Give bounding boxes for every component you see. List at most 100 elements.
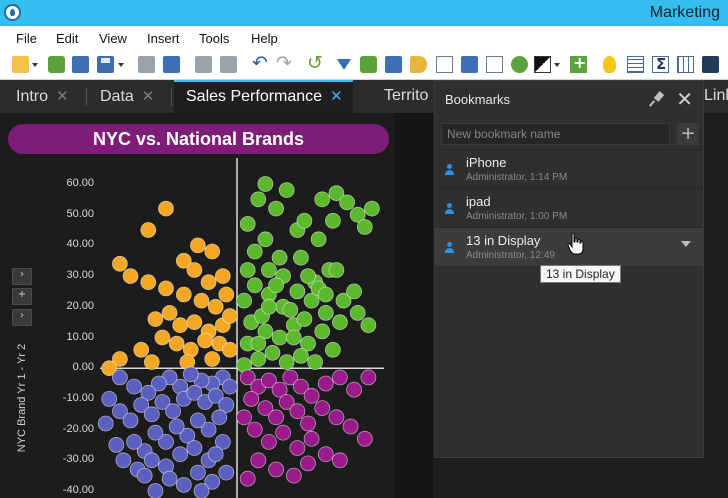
scatter-point[interactable] [182, 366, 199, 383]
tab-sales-performance[interactable]: Sales Performance ✕ [174, 80, 353, 113]
scatter-point[interactable] [331, 369, 348, 386]
scatter-point[interactable] [246, 277, 263, 294]
scatter-point[interactable] [300, 415, 316, 432]
scatter-point[interactable] [200, 274, 217, 291]
scatter-point[interactable] [126, 433, 143, 450]
sigma-icon[interactable] [652, 55, 669, 73]
scatter-point[interactable] [285, 467, 302, 484]
scatter-point[interactable] [165, 403, 182, 420]
scatter-point[interactable] [331, 452, 348, 469]
scatter-point[interactable] [236, 292, 253, 309]
layout-icon[interactable] [385, 56, 402, 73]
scatter-point[interactable] [268, 277, 285, 294]
scatter-point[interactable] [268, 409, 285, 426]
scatter-point[interactable] [161, 304, 178, 321]
tab-territory[interactable]: Territo [384, 80, 428, 113]
copy-icon[interactable] [195, 56, 212, 73]
scatter-point[interactable] [349, 304, 366, 321]
scatter-point[interactable] [158, 200, 174, 217]
scatter-point[interactable] [303, 430, 320, 447]
scatter-point[interactable] [317, 375, 334, 392]
scatter-point[interactable] [268, 200, 285, 217]
close-icon[interactable]: ✕ [142, 87, 155, 105]
scatter-point[interactable] [310, 231, 327, 248]
scatter-point[interactable] [112, 369, 128, 386]
scatter-point[interactable] [218, 464, 235, 481]
tag-icon[interactable] [410, 56, 427, 73]
scatter-point[interactable] [175, 286, 192, 303]
scatter-point[interactable] [193, 292, 210, 309]
import-icon[interactable] [48, 56, 65, 73]
scatter-point[interactable] [346, 381, 363, 398]
scatter-point[interactable] [271, 329, 288, 346]
scatter-point[interactable] [221, 341, 238, 358]
menu-help[interactable]: Help [251, 31, 278, 46]
pin-icon[interactable] [649, 92, 665, 108]
scatter-point[interactable] [239, 262, 256, 278]
print-icon[interactable] [138, 56, 155, 73]
reload-icon[interactable] [307, 52, 324, 74]
scatter-point[interactable] [250, 452, 267, 469]
scatter-point[interactable] [278, 182, 295, 198]
scatter-point[interactable] [314, 191, 331, 208]
scatter-point[interactable] [360, 369, 377, 386]
scatter-point[interactable] [221, 378, 238, 395]
scatter-point[interactable] [328, 409, 345, 426]
menu-edit[interactable]: Edit [56, 31, 78, 46]
tab-data[interactable]: Data ✕ [100, 80, 154, 113]
scatter-point[interactable] [246, 243, 263, 260]
scatter-point[interactable] [186, 262, 203, 278]
scatter-point[interactable] [214, 268, 231, 285]
theme-dropdown-icon[interactable] [553, 56, 560, 73]
bookmark-item[interactable]: iPhone Administrator, 1:14 PM [435, 149, 703, 188]
scatter-point[interactable] [342, 418, 359, 435]
scatter-point[interactable] [186, 440, 203, 456]
scatter-point[interactable] [292, 347, 309, 364]
scatter-point[interactable] [271, 249, 288, 266]
scatter-point[interactable] [314, 400, 331, 417]
undo-icon[interactable] [252, 52, 269, 74]
scatter-point[interactable] [360, 317, 377, 334]
scatter-point[interactable] [140, 274, 157, 291]
scatter-point[interactable] [204, 243, 221, 260]
scatter-point[interactable] [268, 461, 285, 478]
table-icon[interactable] [627, 56, 644, 73]
scatter-point[interactable] [307, 354, 324, 371]
scatter-point[interactable] [186, 314, 203, 331]
close-icon[interactable]: ✕ [676, 89, 693, 109]
scatter-point[interactable] [133, 341, 150, 358]
scatter-point[interactable] [356, 219, 373, 235]
menu-tools[interactable]: Tools [199, 31, 229, 46]
scatter-point[interactable] [108, 436, 125, 453]
scatter-point[interactable] [172, 446, 189, 463]
scatter-plot[interactable] [0, 113, 396, 498]
scatter-point[interactable] [204, 351, 221, 367]
scatter-point[interactable] [221, 308, 238, 324]
scatter-point[interactable] [189, 237, 206, 254]
scatter-point[interactable] [314, 323, 331, 340]
redo-icon[interactable] [276, 52, 293, 74]
scatter-point[interactable] [193, 483, 210, 498]
scatter-point[interactable] [189, 412, 206, 429]
scatter-point[interactable] [317, 286, 334, 303]
new-bookmark-input[interactable] [441, 123, 670, 145]
scatter-point[interactable] [136, 467, 153, 484]
scatter-point[interactable] [260, 298, 277, 315]
scatter-point[interactable] [260, 433, 277, 450]
scatter-point[interactable] [243, 390, 260, 407]
scatter-point[interactable] [278, 354, 295, 371]
scatter-point[interactable] [282, 301, 299, 318]
insert-chart-icon[interactable] [436, 56, 453, 73]
scatter-point[interactable] [168, 418, 185, 435]
refresh-data-icon[interactable] [72, 56, 89, 73]
scatter-point[interactable] [189, 464, 206, 481]
scatter-point[interactable] [289, 440, 306, 456]
scatter-point[interactable] [239, 216, 256, 232]
data-table-icon[interactable] [677, 56, 694, 73]
scatter-point[interactable] [115, 452, 132, 469]
scatter-point[interactable] [356, 430, 373, 447]
scatter-point[interactable] [158, 280, 174, 297]
chevron-down-icon[interactable] [681, 241, 691, 247]
scatter-point[interactable] [112, 255, 128, 272]
scatter-point[interactable] [97, 415, 114, 432]
